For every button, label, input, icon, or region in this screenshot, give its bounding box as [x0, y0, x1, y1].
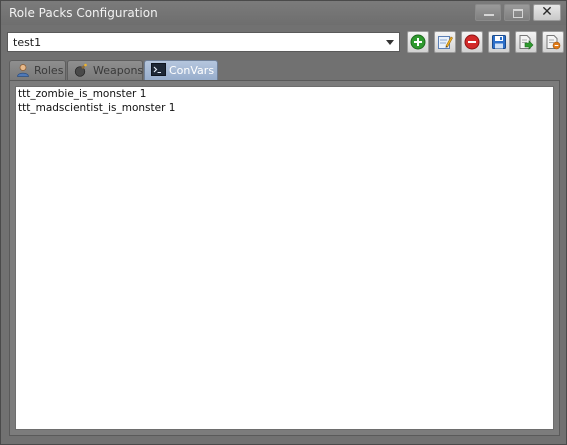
remove-pack-button[interactable]	[461, 31, 483, 53]
convars-text-area[interactable]: ttt_zombie_is_monster 1 ttt_madscientist…	[15, 86, 554, 430]
remove-icon	[464, 34, 480, 50]
close-button[interactable]: ✕	[533, 4, 561, 21]
import-icon	[519, 35, 534, 50]
convar-line: ttt_zombie_is_monster 1	[18, 88, 147, 100]
edit-icon	[438, 36, 453, 49]
add-pack-button[interactable]	[407, 31, 429, 53]
convar-line: ttt_madscientist_is_monster 1	[18, 102, 176, 114]
export-pack-button[interactable]	[542, 31, 564, 53]
role-packs-window: Role Packs Configuration ✕ test1 Roles W…	[0, 0, 567, 445]
tab-roles[interactable]: Roles	[9, 60, 66, 80]
role-pack-dropdown[interactable]: test1	[7, 32, 400, 52]
tab-roles-label: Roles	[34, 64, 64, 77]
convars-panel: ttt_zombie_is_monster 1 ttt_madscientist…	[9, 80, 560, 436]
window-title: Role Packs Configuration	[9, 6, 158, 20]
save-icon	[492, 35, 506, 49]
edit-pack-button[interactable]	[434, 31, 456, 53]
import-pack-button[interactable]	[515, 31, 537, 53]
add-icon	[410, 34, 426, 50]
close-icon: ✕	[541, 4, 553, 20]
export-icon	[546, 35, 561, 50]
tab-convars[interactable]: ConVars	[144, 60, 218, 80]
maximize-icon	[513, 9, 523, 18]
console-icon	[151, 63, 166, 76]
chevron-down-icon[interactable]	[386, 40, 394, 45]
tab-weapons[interactable]: Weapons	[67, 60, 143, 80]
tab-weapons-label: Weapons	[93, 64, 144, 77]
minimize-icon	[484, 14, 494, 16]
save-pack-button[interactable]	[488, 31, 510, 53]
minimize-button[interactable]	[475, 4, 501, 21]
title-bar[interactable]: Role Packs Configuration ✕	[1, 1, 566, 25]
bomb-icon	[74, 63, 87, 77]
role-pack-selected-value: test1	[13, 36, 42, 49]
tab-convars-label: ConVars	[169, 64, 215, 77]
maximize-button[interactable]	[504, 4, 530, 21]
user-icon	[17, 64, 29, 77]
